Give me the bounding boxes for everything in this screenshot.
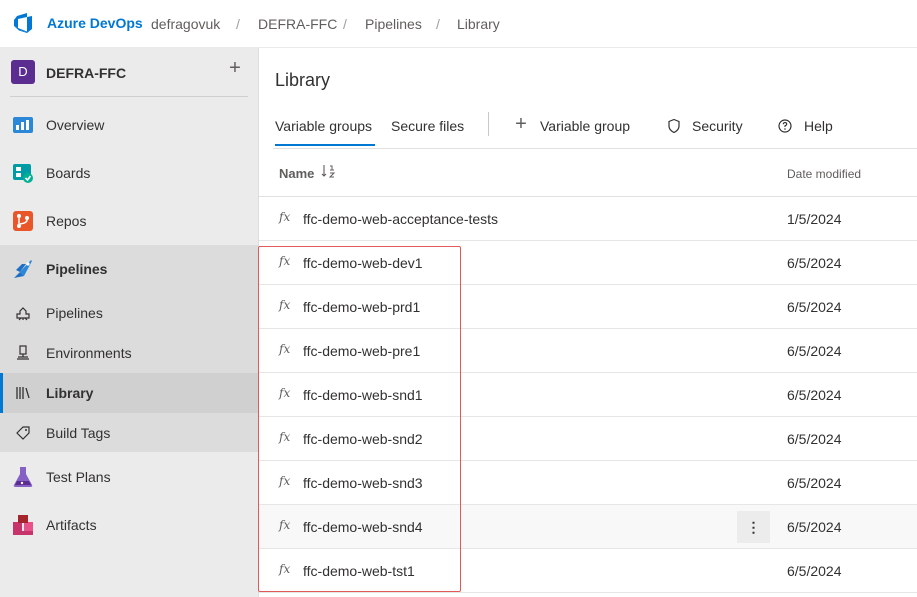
sidebar-item-label: Boards	[46, 165, 91, 181]
help-icon	[778, 119, 792, 133]
sidebar-item-overview[interactable]: Overview	[0, 101, 259, 149]
sidebar-item-pipelines[interactable]: Pipelines	[0, 245, 259, 293]
sidebar-item-label: Overview	[46, 117, 105, 133]
table-row[interactable]: fx ffc-demo-web-acceptance-tests 1/5/202…	[259, 197, 917, 241]
top-bar: Azure DevOps defragovuk / DEFRA-FFC / Pi…	[0, 0, 917, 48]
column-header-date-modified[interactable]: Date modified	[787, 167, 861, 181]
boards-icon	[13, 164, 33, 183]
date-modified: 6/5/2024	[787, 255, 842, 271]
tab-secure-files[interactable]: Secure files	[391, 118, 464, 134]
project-name[interactable]: DEFRA-FFC	[46, 65, 126, 81]
test-plans-icon	[13, 467, 33, 487]
date-modified: 6/5/2024	[787, 563, 842, 579]
security-button[interactable]: Security	[692, 118, 743, 134]
add-new-button[interactable]: +	[226, 58, 244, 78]
sidebar-item-test-plans[interactable]: Test Plans	[0, 453, 259, 501]
selected-indicator	[0, 373, 3, 413]
date-modified: 6/5/2024	[787, 343, 842, 359]
rocket-icon	[16, 307, 30, 321]
sidebar-item-environments[interactable]: Environments	[0, 333, 259, 373]
date-modified: 6/5/2024	[787, 519, 842, 535]
brand-link[interactable]: Azure DevOps	[47, 15, 143, 31]
plus-icon: +	[515, 113, 527, 135]
pipelines-icon	[14, 260, 32, 278]
pipelines-section: Pipelines Pipelines Environments Library	[0, 245, 259, 452]
repos-icon	[13, 211, 33, 231]
breadcrumb-pipelines[interactable]: Pipelines	[365, 16, 422, 32]
sidebar-item-artifacts[interactable]: Artifacts	[0, 501, 259, 549]
project-header[interactable]: D DEFRA-FFC +	[0, 48, 259, 96]
divider	[273, 148, 917, 149]
sidebar-item-pipelines-sub[interactable]: Pipelines	[0, 293, 259, 333]
sort-icon[interactable]	[321, 164, 335, 178]
column-header-name[interactable]: Name	[279, 166, 314, 181]
sidebar-item-library[interactable]: Library	[0, 373, 259, 413]
sidebar-item-boards[interactable]: Boards	[0, 149, 259, 197]
sidebar-item-label: Environments	[46, 345, 132, 361]
sidebar-item-label: Repos	[46, 213, 87, 229]
breadcrumb-organization[interactable]: defragovuk	[151, 16, 220, 32]
toolbar-divider	[488, 112, 489, 136]
sidebar-item-label: Build Tags	[46, 425, 111, 441]
tag-icon	[16, 426, 30, 440]
sidebar-item-label: Artifacts	[46, 517, 97, 533]
breadcrumb-library[interactable]: Library	[457, 16, 500, 32]
breadcrumb-project[interactable]: DEFRA-FFC	[258, 16, 337, 32]
variable-group-icon: fx	[279, 210, 291, 224]
sidebar-item-build-tags[interactable]: Build Tags	[0, 413, 259, 453]
highlight-box	[258, 246, 461, 592]
overview-icon	[13, 117, 33, 133]
azure-devops-logo-icon[interactable]	[12, 12, 34, 34]
sidebar-item-label: Pipelines	[46, 261, 108, 277]
page-title: Library	[275, 70, 331, 90]
add-variable-group-button[interactable]: Variable group	[540, 118, 630, 134]
tab-variable-groups[interactable]: Variable groups	[275, 118, 372, 134]
shield-icon	[668, 118, 680, 134]
sidebar-item-label: Pipelines	[46, 305, 103, 321]
date-modified: 6/5/2024	[787, 431, 842, 447]
variable-group-name[interactable]: ffc-demo-web-acceptance-tests	[303, 211, 498, 227]
breadcrumb-separator: /	[436, 16, 440, 32]
environments-icon	[17, 345, 29, 360]
date-modified: 6/5/2024	[787, 299, 842, 315]
date-modified: 6/5/2024	[787, 475, 842, 491]
sidebar-item-label: Library	[46, 385, 94, 401]
sidebar-item-repos[interactable]: Repos	[0, 197, 259, 245]
active-tab-indicator	[275, 144, 375, 146]
help-button[interactable]: Help	[804, 118, 833, 134]
breadcrumb-separator: /	[343, 16, 347, 32]
date-modified: 6/5/2024	[787, 387, 842, 403]
date-modified: 1/5/2024	[787, 211, 842, 227]
sidebar-item-label: Test Plans	[46, 469, 111, 485]
divider	[10, 96, 248, 97]
artifacts-icon	[13, 515, 33, 535]
sidebar: D DEFRA-FFC + Overview Boards Repos Pipe…	[0, 48, 259, 597]
project-avatar: D	[11, 60, 35, 84]
more-actions-button[interactable]: ⋮	[737, 511, 770, 543]
breadcrumb-separator: /	[236, 16, 240, 32]
library-icon	[16, 387, 30, 399]
